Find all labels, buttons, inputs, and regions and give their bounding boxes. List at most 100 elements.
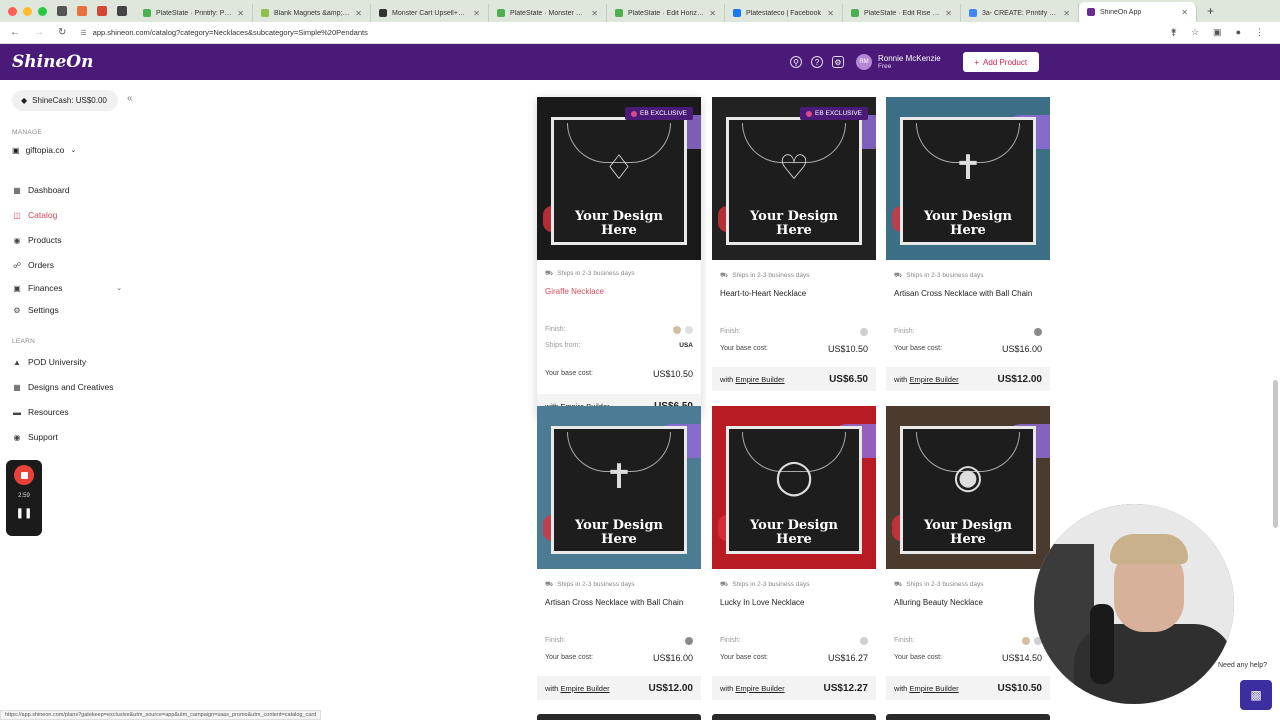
browser-tab[interactable]: PlateState · Edit Rise · Shopi ✕ — [843, 4, 961, 22]
empire-builder-link[interactable]: Empire Builder — [560, 684, 609, 693]
collapse-sidebar-icon[interactable]: « — [127, 93, 133, 104]
product-image[interactable] — [886, 714, 1050, 720]
browser-tab[interactable]: PlateState · Monster Cart Up ✕ — [489, 4, 607, 22]
product-image[interactable]: ◉ Your Design Here — [886, 406, 1050, 569]
url-field[interactable]: ☰ app.shineon.com/catalog?category=Neckl… — [76, 25, 1170, 41]
close-tab-icon[interactable]: ✕ — [355, 9, 362, 18]
shineon-logo[interactable]: ShineOn — [0, 52, 790, 72]
product-image[interactable]: ♢ Your Design Here EB EXCLUSIVE — [537, 97, 701, 260]
product-card[interactable]: ◉ Your Design Here ⛟ Ships in 2-3 business… — [886, 406, 1050, 706]
sidebar-item-support[interactable]: ◉ Support — [12, 432, 122, 442]
shipping-time: ⛟ Ships in 2-3 business days — [720, 580, 810, 589]
tab-favicon-icon — [379, 9, 387, 17]
close-tab-icon[interactable]: ✕ — [591, 9, 598, 18]
pinned-tab-icon[interactable] — [117, 6, 127, 16]
browser-tab[interactable]: 3a- CREATE: Printify Overvie ✕ — [961, 4, 1079, 22]
base-cost-value: US$16.00 — [652, 653, 693, 663]
site-info-icon[interactable]: ☰ — [80, 29, 86, 37]
product-image[interactable]: ◯ Your Design Here — [712, 406, 876, 569]
product-name[interactable]: Alluring Beauty Necklace — [894, 598, 1044, 607]
product-card[interactable]: ✝ Your Design Here ⛟ Ships in 2-3 business… — [537, 406, 701, 706]
close-tab-icon[interactable]: ✕ — [945, 9, 952, 18]
close-tab-icon[interactable]: ✕ — [237, 9, 244, 18]
sidebar-item-resources[interactable]: ▬ Resources — [12, 407, 122, 417]
reload-icon[interactable]: ↻ — [58, 27, 66, 38]
browser-tab[interactable]: Monster Cart Upsell+Free Gi ✕ — [371, 4, 489, 22]
chat-icon[interactable]: ▩ — [1240, 680, 1272, 710]
add-product-button[interactable]: + Add Product — [962, 52, 1039, 72]
empire-builder-link[interactable]: Empire Builder — [909, 684, 958, 693]
product-card[interactable]: ◯ Your Design Here ⛟ Ships in 2-3 business… — [712, 406, 876, 706]
extensions-icon[interactable]: ▣ — [1213, 27, 1222, 38]
product-name[interactable]: Heart-to-Heart Necklace — [720, 289, 870, 298]
product-card[interactable]: ♡ Your Design Here EB EXCLUSIVE ⛟ Ships in … — [712, 97, 876, 397]
pinned-tab-icon[interactable] — [77, 6, 87, 16]
finish-swatch[interactable] — [673, 326, 681, 334]
add-product-label: Add Product — [983, 57, 1028, 67]
finish-swatch[interactable] — [860, 637, 868, 645]
empire-builder-link[interactable]: Empire Builder — [735, 684, 784, 693]
sidebar-item-catalog[interactable]: ◫ Catalog — [12, 210, 122, 220]
book-icon: ◫ — [13, 210, 21, 220]
product-image[interactable] — [537, 714, 701, 720]
back-icon[interactable]: ← — [10, 27, 20, 38]
product-image[interactable] — [712, 714, 876, 720]
stop-recording-button[interactable] — [14, 465, 34, 485]
close-tab-icon[interactable]: ✕ — [709, 9, 716, 18]
pause-icon[interactable]: ❚❚ — [6, 508, 42, 519]
sidebar-item-finances[interactable]: ▣ Finances ⌄ — [12, 283, 122, 293]
empire-builder-link[interactable]: Empire Builder — [735, 375, 784, 384]
product-name[interactable]: Artisan Cross Necklace with Ball Chain — [545, 598, 695, 607]
menu-icon[interactable]: ⋮ — [1255, 27, 1264, 38]
user-menu[interactable]: RM Ronnie McKenzie Free — [856, 54, 941, 70]
truck-icon: ⛟ — [720, 581, 729, 588]
browser-tab[interactable]: ShineOn App ✕ — [1079, 2, 1197, 22]
new-tab-button[interactable]: + — [1197, 4, 1214, 18]
page-scrollbar[interactable] — [1273, 380, 1278, 528]
close-tab-icon[interactable]: ✕ — [1181, 8, 1188, 17]
product-name[interactable]: Lucky In Love Necklace — [720, 598, 870, 607]
product-image[interactable]: ♡ Your Design Here EB EXCLUSIVE — [712, 97, 876, 260]
sidebar-item-products[interactable]: ◉ Products — [12, 235, 122, 245]
sidebar-item-dashboard[interactable]: ▦ Dashboard — [12, 185, 122, 195]
key-icon[interactable]: ⚵ — [1170, 27, 1177, 38]
finish-label: Finish: — [720, 328, 741, 335]
finish-swatch[interactable] — [1022, 637, 1030, 645]
browser-tab[interactable]: PlateState · Edit Horizon · Sh ✕ — [607, 4, 725, 22]
forward-icon[interactable]: → — [34, 27, 44, 38]
help-icon[interactable]: ? — [811, 56, 823, 68]
zoom-window-button[interactable] — [38, 6, 47, 16]
close-tab-icon[interactable]: ✕ — [827, 9, 834, 18]
product-card[interactable]: ♢ Your Design Here EB EXCLUSIVE ⛟ Ships in … — [537, 97, 701, 418]
sidebar-item-orders[interactable]: ☍ Orders — [12, 260, 122, 270]
finish-swatch[interactable] — [1034, 328, 1042, 336]
empire-builder-link[interactable]: Empire Builder — [909, 375, 958, 384]
profile-icon[interactable]: ● — [1236, 27, 1241, 38]
bookmark-star-icon[interactable]: ☆ — [1191, 27, 1199, 38]
product-card[interactable]: ✝ Your Design Here ⛟ Ships in 2-3 business… — [886, 97, 1050, 397]
minimize-window-button[interactable] — [23, 6, 32, 16]
finish-swatch[interactable] — [860, 328, 868, 336]
sidebar-item-designs-and-creatives[interactable]: ▦ Designs and Creatives — [12, 382, 122, 392]
shinecash-balance[interactable]: ◆ ShineCash: US$0.00 — [12, 90, 118, 111]
product-name[interactable]: Giraffe Necklace — [545, 287, 695, 296]
product-image[interactable]: ✝ Your Design Here — [886, 97, 1050, 260]
close-tab-icon[interactable]: ✕ — [1063, 9, 1070, 18]
sidebar-item-pod-university[interactable]: ▲ POD University — [12, 357, 122, 367]
browser-tab[interactable]: Blank Magnets &amp; Sticker ✕ — [253, 4, 371, 22]
sidebar-item-settings[interactable]: ⚙ Settings — [12, 305, 122, 315]
pinned-tab-icon[interactable] — [57, 6, 67, 16]
bell-icon[interactable]: ⚲ — [790, 56, 802, 68]
store-selector[interactable]: ▣ giftopia.co ⌄ — [12, 145, 76, 155]
product-image[interactable]: ✝ Your Design Here — [537, 406, 701, 569]
finish-swatch[interactable] — [685, 326, 693, 334]
finish-swatch[interactable] — [685, 637, 693, 645]
gear-icon[interactable]: ⚙ — [832, 56, 844, 68]
browser-tab[interactable]: Platestateco | Facebook ✕ — [725, 4, 843, 22]
close-tab-icon[interactable]: ✕ — [473, 9, 480, 18]
close-window-button[interactable] — [8, 6, 17, 16]
browser-tab[interactable]: PlateState · Printify: Print on ✕ — [135, 4, 253, 22]
gmail-icon[interactable] — [97, 6, 107, 16]
product-name[interactable]: Artisan Cross Necklace with Ball Chain — [894, 289, 1044, 298]
empire-builder-price-value: US$12.27 — [823, 682, 868, 694]
